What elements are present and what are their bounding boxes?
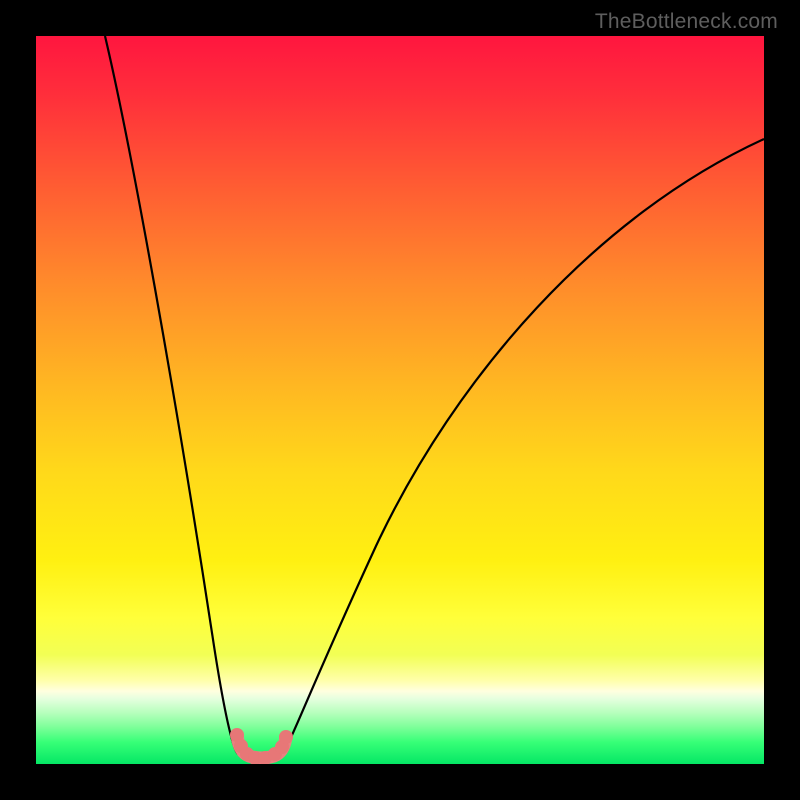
plot-area: [36, 36, 764, 764]
curve-right-branch: [283, 139, 764, 754]
marker-dots: [230, 728, 293, 764]
chart-frame: TheBottleneck.com: [0, 0, 800, 800]
chart-svg: [36, 36, 764, 764]
curve-left-branch: [105, 36, 239, 754]
watermark-text: TheBottleneck.com: [595, 10, 778, 34]
